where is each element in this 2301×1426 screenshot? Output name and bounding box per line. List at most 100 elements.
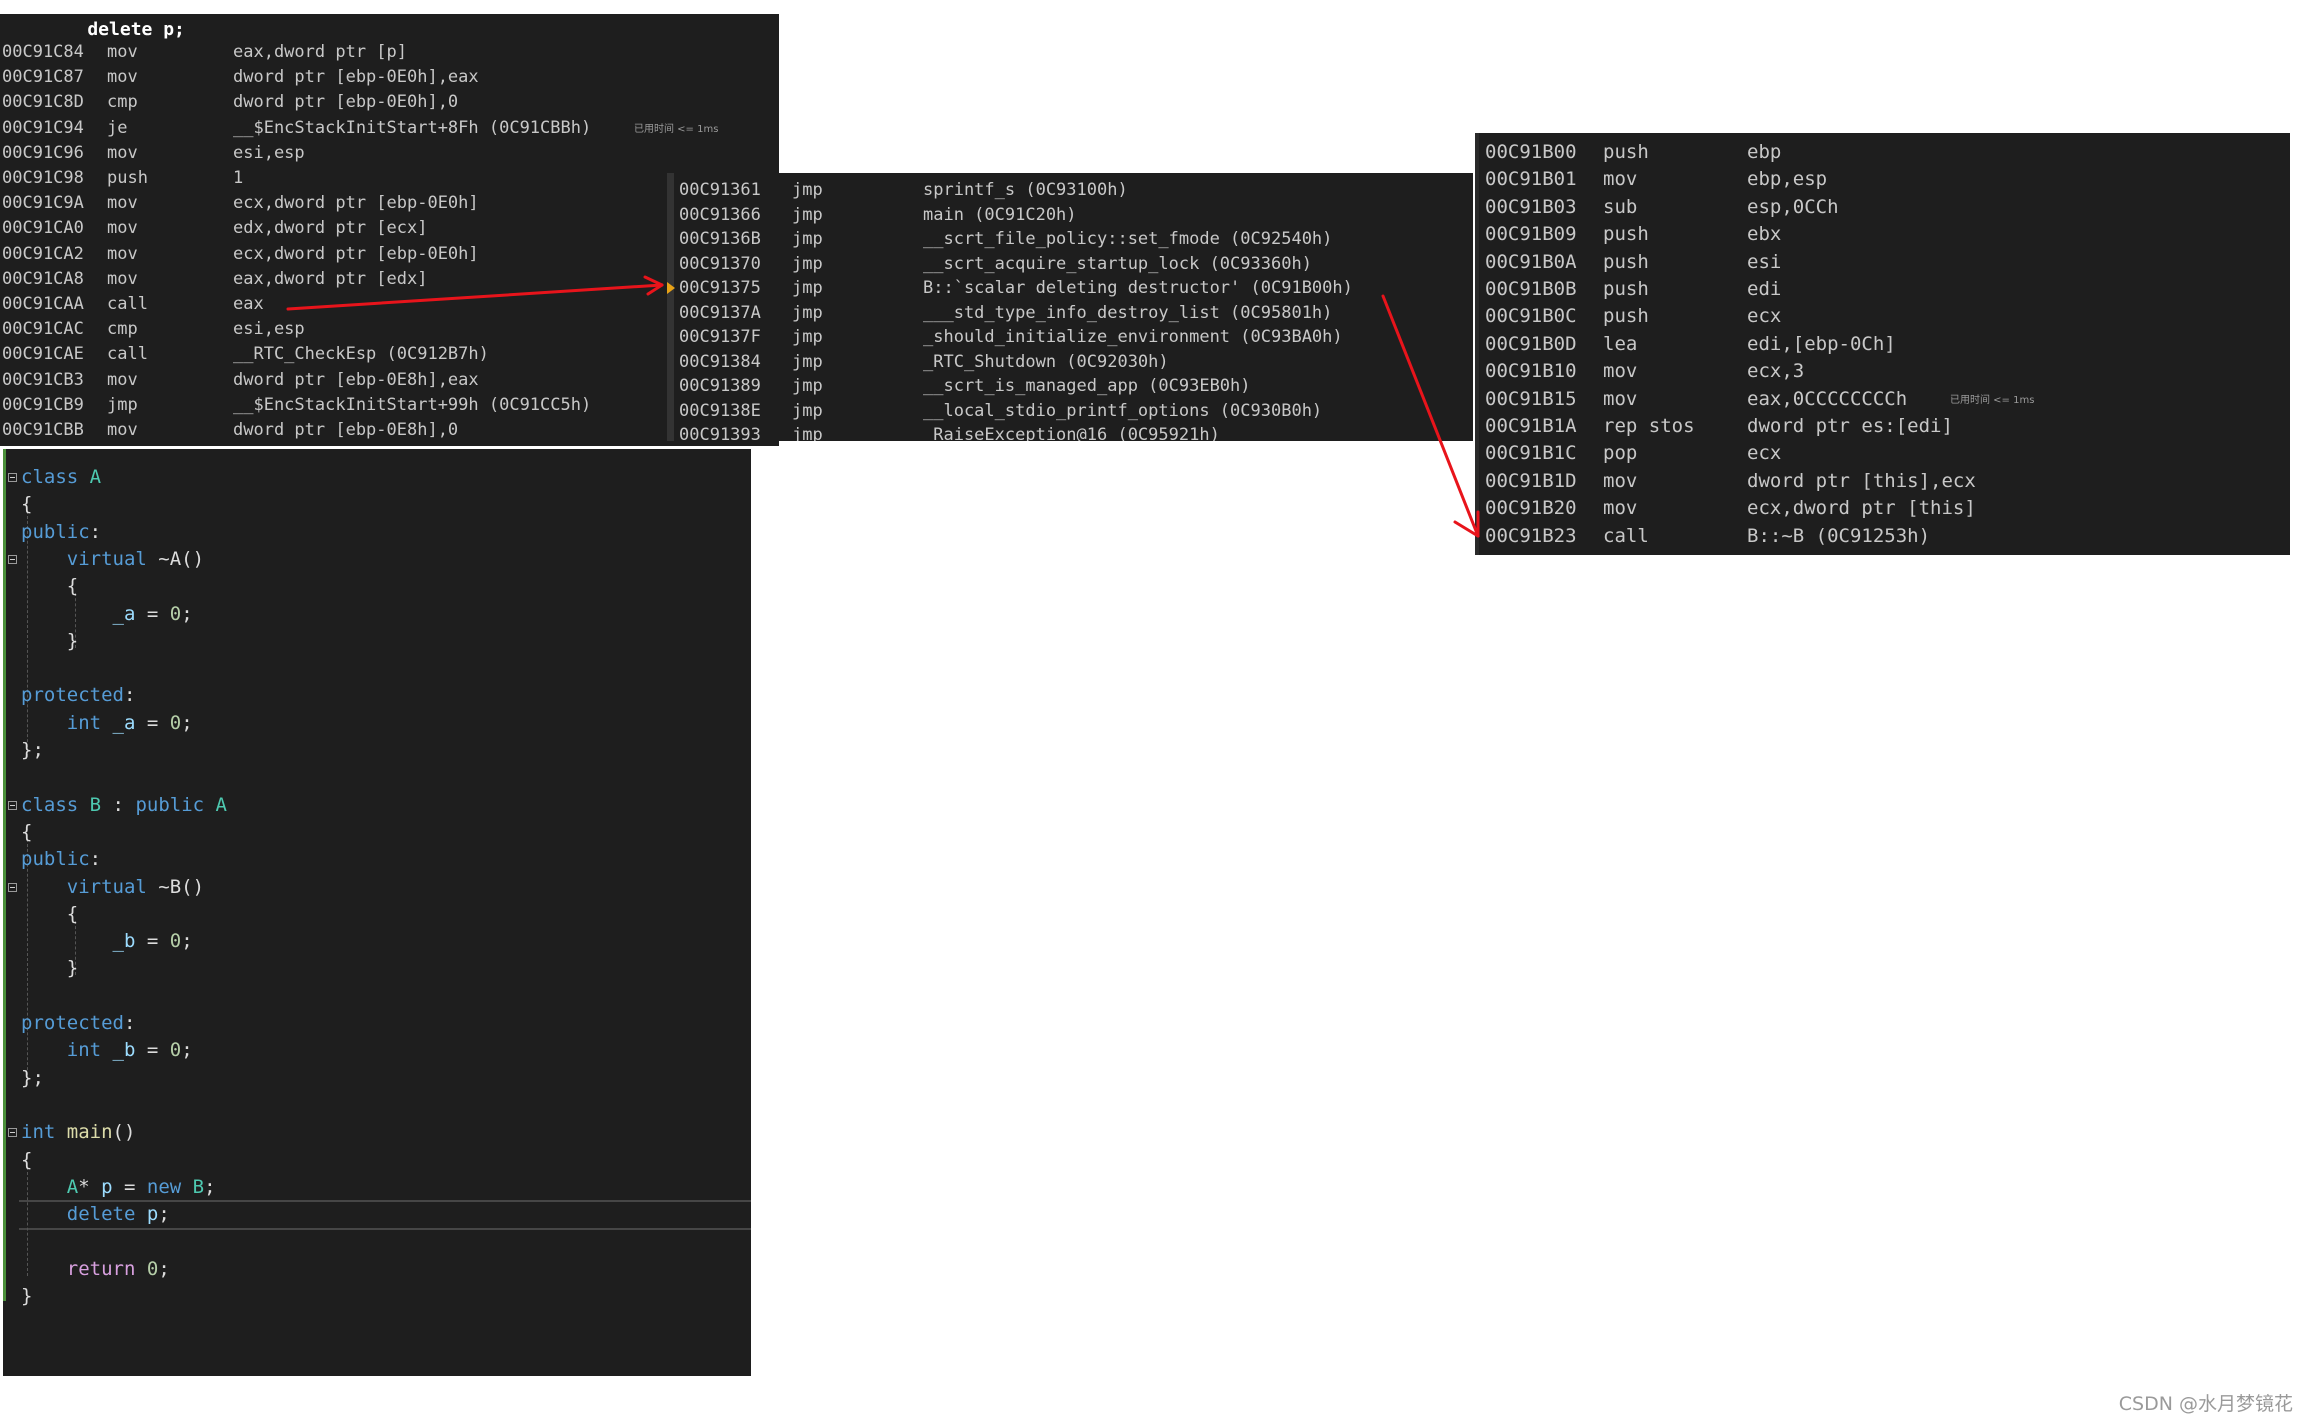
code-token: 0: [146, 1257, 159, 1280]
disasm-row[interactable]: 00C91C96 mov esi,esp: [0, 141, 779, 166]
disasm-row[interactable]: 00C91CA2 mov ecx,dword ptr [ebp-0E0h]: [0, 242, 779, 267]
disasm-row[interactable]: 00C91C87 mov dword ptr [ebp-0E0h],eax: [0, 65, 779, 90]
disasm-row[interactable]: 00C91CAE call __RTC_CheckEsp (0C912B7h): [0, 342, 779, 367]
code-line[interactable]: _a = 0;: [21, 601, 193, 628]
code-line[interactable]: };: [21, 1065, 44, 1092]
code-line[interactable]: virtual ~A(): [21, 546, 204, 573]
disasm-row[interactable]: 00C91B20 mov ecx,dword ptr [this]: [1475, 495, 2290, 522]
code-line[interactable]: public:: [21, 519, 101, 546]
code-token: int: [66, 711, 102, 734]
code-token: _a: [112, 711, 136, 734]
code-token: }: [21, 957, 79, 980]
opcode: mov: [1603, 497, 1638, 520]
disasm-row[interactable]: 00C91B03 sub esp,0CCh: [1475, 194, 2290, 221]
code-line[interactable]: };: [21, 737, 44, 764]
collapse-toggle-icon[interactable]: [8, 554, 17, 564]
opcode: mov: [1603, 387, 1638, 410]
disasm-row[interactable]: 00C91C84 mov eax,dword ptr [p]: [0, 40, 779, 65]
code-line[interactable]: int _a = 0;: [21, 710, 193, 737]
code-token: }: [21, 629, 79, 652]
code-token: _b: [112, 930, 136, 953]
disasm-row[interactable]: 00C91B0B push edi: [1475, 276, 2290, 303]
opcode: mov: [107, 369, 138, 390]
address: 00C91389: [679, 376, 761, 396]
code-line[interactable]: class B : public A: [21, 792, 227, 819]
code-line[interactable]: protected:: [21, 1010, 135, 1037]
disasm-row[interactable]: 00C91CAA call eax: [0, 292, 779, 317]
code-token: :: [89, 520, 102, 543]
disasm-row[interactable]: 00C91B09 push ebx: [1475, 221, 2290, 248]
code-line[interactable]: delete p;: [21, 1201, 170, 1228]
elapsed-time-hint: 已用时间 <= 1ms: [1950, 394, 2035, 406]
disasm-row[interactable]: 00C91B00 push ebp: [1475, 139, 2290, 166]
address: 00C91B0C: [1485, 305, 1577, 328]
collapse-toggle-icon[interactable]: [8, 800, 17, 810]
disasm-row[interactable]: 00C91370 jmp __scrt_acquire_startup_lock (…: [667, 252, 1473, 277]
code-line[interactable]: {: [21, 573, 78, 600]
disasm-row[interactable]: 00C91B23 call B::~B (0C91253h): [1475, 523, 2290, 550]
code-line[interactable]: {: [21, 491, 32, 518]
operands: ecx,dword ptr [ebp-0E0h]: [233, 193, 479, 214]
code-line[interactable]: {: [21, 901, 78, 928]
disasm-row[interactable]: 00C91C98 push 1: [0, 166, 779, 191]
disasm-row[interactable]: 00C91CAC cmp esi,esp: [0, 317, 779, 342]
disasm-row[interactable]: 00C91B1A rep stos dword ptr es:[edi]: [1475, 413, 2290, 440]
collapse-toggle-icon[interactable]: [8, 473, 17, 482]
code-line[interactable]: return 0;: [21, 1256, 170, 1283]
disasm-row[interactable]: 00C91B10 mov ecx,3: [1475, 358, 2290, 385]
address: 00C91B01: [1485, 168, 1577, 191]
disasm-row[interactable]: 00C91389 jmp __scrt_is_managed_app (0C93EB…: [667, 374, 1473, 399]
disasm-row[interactable]: 00C91C94 je __$EncStackInitStart+8Fh (0C91…: [0, 116, 779, 141]
disasm-row[interactable]: 00C91393 jmp _RaiseException@16 (0C95921h): [667, 423, 1473, 441]
disasm-row[interactable]: 00C91C8D cmp dword ptr [ebp-0E0h],0: [0, 90, 779, 115]
code-line[interactable]: {: [21, 1147, 32, 1174]
disasm-row[interactable]: 00C9136B jmp __scrt_file_policy::set_fmode…: [667, 227, 1473, 252]
code-line[interactable]: int main(): [21, 1119, 135, 1146]
disasm-row[interactable]: 00C91B1D mov dword ptr [this],ecx: [1475, 468, 2290, 495]
code-line[interactable]: }: [21, 628, 78, 655]
code-line[interactable]: }: [21, 955, 78, 982]
disasm-row[interactable]: 00C91CB3 mov dword ptr [ebp-0E8h],eax: [0, 368, 779, 393]
code-line[interactable]: {: [21, 819, 32, 846]
disasm-row[interactable]: 00C91B15 mov eax,0CCCCCCCCh 已用时间 <= 1ms: [1475, 386, 2290, 413]
watermark: CSDN @水月梦镜花: [2118, 1393, 2293, 1415]
code-line[interactable]: _b = 0;: [21, 928, 193, 955]
collapse-toggle-icon[interactable]: [8, 882, 17, 892]
disasm-row[interactable]: 00C91B0D lea edi,[ebp-0Ch]: [1475, 331, 2290, 358]
disasm-row[interactable]: 00C91CB9 jmp __$EncStackInitStart+99h (0C9…: [0, 393, 779, 418]
code-line[interactable]: class A: [21, 464, 101, 491]
code-line[interactable]: }: [21, 1283, 32, 1310]
code-line[interactable]: public:: [21, 846, 101, 873]
code-line[interactable]: protected:: [21, 682, 135, 709]
code-line[interactable]: virtual ~B(): [21, 874, 204, 901]
disasm-row[interactable]: 00C91B01 mov ebp,esp: [1475, 166, 2290, 193]
disasm-row[interactable]: 00C91CBB mov dword ptr [ebp-0E8h],0: [0, 418, 779, 443]
disasm-row[interactable]: 00C9137F jmp _should_initialize_environmen…: [667, 325, 1473, 350]
disasm-row[interactable]: 00C91B0C push ecx: [1475, 303, 2290, 330]
disasm-row[interactable]: 00C91B1C pop ecx: [1475, 440, 2290, 467]
opcode: call: [107, 294, 148, 314]
code-line[interactable]: A* p = new B;: [21, 1174, 216, 1201]
source-editor-panel[interactable]: class A{public: virtual ~A() { _a = 0; }…: [3, 449, 751, 1376]
disasm-row[interactable]: 00C91366 jmp main (0C91C20h): [667, 203, 1473, 228]
code-line[interactable]: int _b = 0;: [21, 1037, 193, 1064]
operands: ecx: [1747, 442, 1782, 465]
address: 00C91CBB: [2, 420, 84, 440]
disasm-row[interactable]: 00C91B0A push esi: [1475, 249, 2290, 276]
address: 00C91C87: [2, 67, 84, 88]
disasm-row[interactable]: 00C91CA8 mov eax,dword ptr [edx]: [0, 267, 779, 292]
disasm-row[interactable]: 00C91384 jmp _RTC_Shutdown (0C92030h): [667, 350, 1473, 375]
collapse-toggle-icon[interactable]: [8, 1128, 17, 1138]
disasm-row[interactable]: 00C91CA0 mov edx,dword ptr [ecx]: [0, 216, 779, 241]
disasm-row[interactable]: 00C9138E jmp __local_stdio_printf_options …: [667, 399, 1473, 424]
code-token: protected: [21, 684, 124, 707]
disasm-row[interactable]: 00C9137A jmp ___std_type_info_destroy_list…: [667, 301, 1473, 326]
disasm-row[interactable]: 00C91361 jmp sprintf_s (0C93100h): [667, 178, 1473, 203]
disasm-row[interactable]: 00C91375 jmp B::`scalar deleting destructo…: [667, 276, 1473, 301]
disasm-row[interactable]: 00C91C9A mov ecx,dword ptr [ebp-0E0h]: [0, 191, 779, 216]
